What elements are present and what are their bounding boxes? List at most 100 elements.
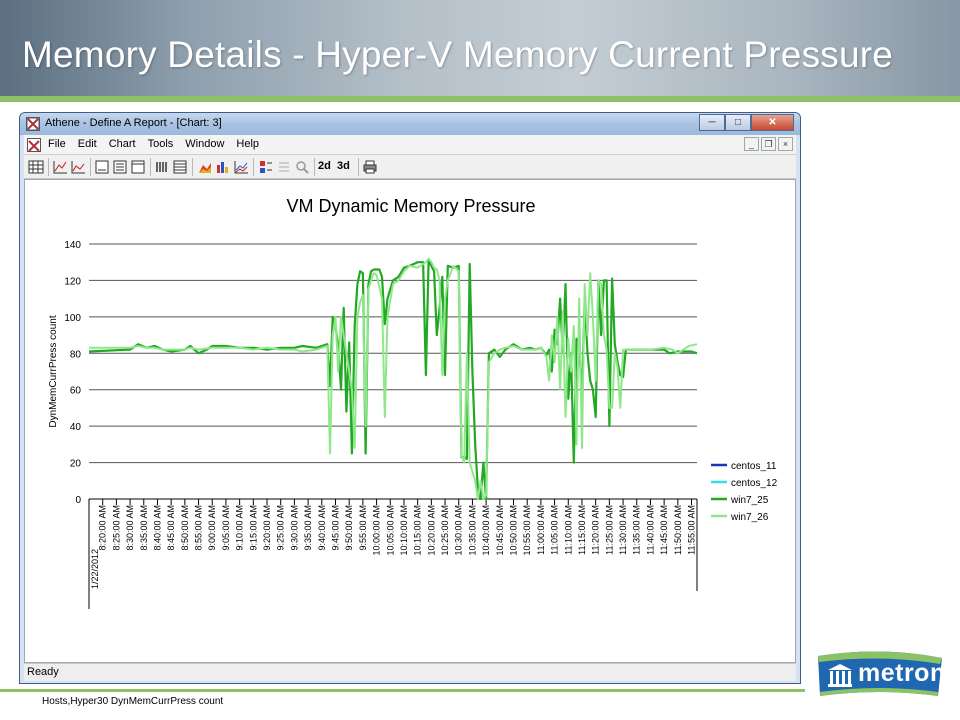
stacked-area-icon[interactable] — [197, 159, 213, 175]
mdi-controls: _ ❐ × — [742, 137, 793, 151]
x-tick-label: 9:40:00 AM — [317, 505, 327, 551]
x-tick-label: 9:15:00 AM — [248, 505, 258, 551]
y-tick-label: 60 — [70, 386, 82, 397]
mdi-minimize-icon[interactable]: _ — [744, 137, 759, 151]
rows-icon[interactable] — [172, 159, 188, 175]
x-tick-label: 11:35:00 AM — [632, 505, 642, 555]
text-lines-icon[interactable] — [276, 159, 292, 175]
x-tick-label: 9:50:00 AM — [344, 505, 354, 551]
x-tick-label: 10:40:00 AM — [481, 505, 491, 556]
x-tick-label: 11:25:00 AM — [604, 505, 614, 555]
status-text: Ready — [27, 666, 59, 678]
toolbar-separator — [314, 158, 315, 176]
app-icon[interactable] — [26, 117, 40, 131]
toggle-2d-button[interactable]: 2d — [318, 160, 331, 172]
menu-bar: File Edit Chart Tools Window Help _ ❐ × — [24, 135, 796, 155]
area-chart-icon[interactable] — [70, 159, 86, 175]
columns-icon[interactable] — [154, 159, 170, 175]
x-tick-label: 9:05:00 AM — [221, 505, 231, 551]
zoom-icon[interactable] — [294, 159, 310, 175]
mdi-close-icon[interactable]: × — [778, 137, 793, 151]
x-tick-label: 9:20:00 AM — [262, 505, 272, 551]
x-tick-label: 10:50:00 AM — [509, 505, 519, 556]
printer-icon[interactable] — [362, 159, 378, 175]
x-tick-label: 10:20:00 AM — [426, 505, 436, 556]
x-tick-label: 8:55:00 AM — [194, 505, 204, 551]
x-tick-label: 11:00:00 AM — [536, 505, 546, 555]
x-tick-label: 11:15:00 AM — [577, 505, 587, 555]
slide: Memory Details - Hyper-V Memory Current … — [0, 0, 960, 720]
menu-tools[interactable]: Tools — [148, 138, 174, 150]
footer-accent-line — [0, 689, 805, 692]
multi-line-icon[interactable] — [233, 159, 249, 175]
y-axis-label: DynMemCurrPress count — [48, 315, 59, 427]
menu-window[interactable]: Window — [185, 138, 224, 150]
toolbar-separator — [253, 158, 254, 176]
chart-pane: VM Dynamic Memory Pressure 0 20 40 60 80 100 1… — [24, 179, 796, 707]
x-tick-label: 10:30:00 AM — [454, 505, 464, 556]
menu-items: File Edit Chart Tools Window Help — [48, 138, 271, 150]
bar-chart-icon[interactable] — [215, 159, 231, 175]
x-tick-label: 8:30:00 AM — [125, 505, 135, 551]
x-tick-label: 10:45:00 AM — [495, 505, 505, 556]
document-icon[interactable] — [27, 138, 41, 152]
table-icon[interactable] — [28, 159, 44, 175]
list-page-icon[interactable] — [112, 159, 128, 175]
report-window: Athene - Define A Report - [Chart: 3] ─ … — [19, 112, 801, 707]
x-tick-label: 9:00:00 AM — [207, 505, 217, 551]
mdi-restore-icon[interactable]: ❐ — [761, 137, 776, 151]
x-tick-label: 11:10:00 AM — [563, 505, 573, 555]
window-titlebar[interactable]: Athene - Define A Report - [Chart: 3] ─ … — [20, 113, 800, 135]
x-tick-label: 10:25:00 AM — [440, 505, 450, 556]
y-tick-label: 140 — [64, 240, 81, 251]
x-tick-label: 10:00:00 AM — [372, 505, 382, 556]
close-icon[interactable]: ✕ — [751, 114, 794, 131]
menu-chart[interactable]: Chart — [109, 138, 136, 150]
x-tick-label: 8:35:00 AM — [139, 505, 149, 551]
menu-help[interactable]: Help — [236, 138, 259, 150]
menu-file[interactable]: File — [48, 138, 66, 150]
x-tick-label: 11:55:00 AM — [687, 505, 697, 555]
chart-footnote: Hosts,Hyper30 DynMemCurrPress count — [42, 696, 224, 707]
x-tick-label: 10:15:00 AM — [413, 505, 423, 556]
series-line-win7_25 — [88, 259, 698, 501]
toolbar-separator — [90, 158, 91, 176]
legend-label: win7_25 — [730, 495, 769, 506]
x-tick-label: 8:25:00 AM — [111, 505, 121, 551]
blank-page-icon[interactable] — [94, 159, 110, 175]
chart-canvas: 0 20 40 60 80 100 120 140 DynMemCurrPress count 8… — [48, 240, 778, 609]
y-tick-label: 120 — [64, 276, 81, 287]
x-tick-label: 10:35:00 AM — [467, 505, 477, 556]
maximize-icon[interactable]: □ — [725, 114, 751, 131]
toolbar-separator — [150, 158, 151, 176]
toggle-3d-button[interactable]: 3d — [337, 160, 350, 172]
window-title: Athene - Define A Report - [Chart: 3] — [45, 117, 222, 129]
legend-label: centos_11 — [731, 461, 777, 472]
x-tick-label: 9:35:00 AM — [303, 505, 313, 551]
x-tick-label: 9:30:00 AM — [289, 505, 299, 551]
line-chart-icon[interactable] — [52, 159, 68, 175]
legend-icon[interactable] — [258, 159, 274, 175]
date-label: 1/22/2012 — [90, 549, 100, 589]
x-tick-label: 11:45:00 AM — [659, 505, 669, 555]
window-page-icon[interactable] — [130, 159, 146, 175]
window-controls: ─ □ ✕ — [699, 114, 794, 131]
status-bar: Ready — [24, 663, 796, 681]
y-tick-label: 80 — [70, 349, 82, 360]
x-tick-label: 11:05:00 AM — [550, 505, 560, 555]
x-tick-label: 11:30:00 AM — [618, 505, 628, 555]
minimize-icon[interactable]: ─ — [699, 114, 725, 131]
x-tick-label: 8:50:00 AM — [180, 505, 190, 551]
x-tick-label: 8:40:00 AM — [152, 505, 162, 551]
x-tick-label: 8:45:00 AM — [166, 505, 176, 551]
x-tick-label: 9:25:00 AM — [276, 505, 286, 551]
y-tick-label: 100 — [64, 313, 81, 324]
y-tick-label: 0 — [75, 495, 81, 506]
x-tick-label: 10:10:00 AM — [399, 505, 409, 556]
menu-edit[interactable]: Edit — [78, 138, 97, 150]
x-tick-label: 11:40:00 AM — [645, 505, 655, 555]
x-tick-label: 9:45:00 AM — [330, 505, 340, 551]
x-tick-label: 10:55:00 AM — [522, 505, 532, 556]
y-tick-label: 20 — [70, 459, 82, 470]
x-tick-label: 11:50:00 AM — [673, 505, 683, 555]
